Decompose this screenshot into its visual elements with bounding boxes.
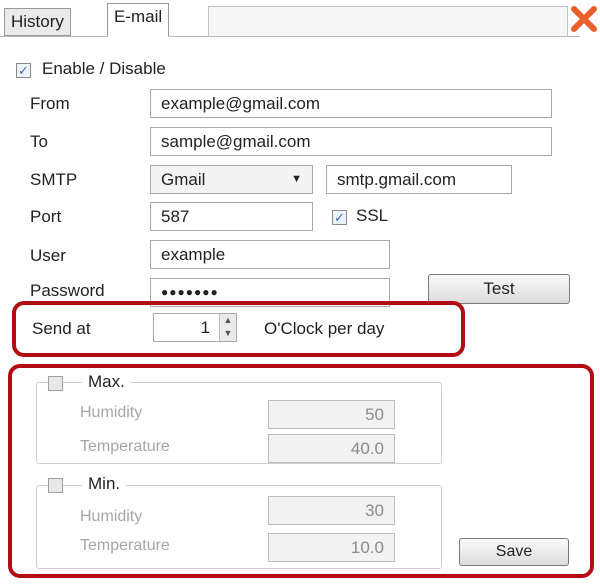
- smtp-provider-value: Gmail: [161, 170, 206, 189]
- enable-checkbox[interactable]: ✓: [16, 63, 31, 78]
- hour-value: 1: [200, 318, 210, 337]
- to-label: To: [30, 132, 48, 151]
- check-icon: ✓: [18, 63, 29, 78]
- ssl-label: SSL: [356, 206, 389, 225]
- max-group-title: Max.: [82, 372, 131, 392]
- min-humidity-label: Humidity: [80, 508, 143, 525]
- save-button[interactable]: Save: [459, 538, 569, 566]
- tab-history[interactable]: History: [4, 8, 71, 36]
- password-label: Password: [30, 281, 105, 300]
- close-icon[interactable]: [568, 3, 600, 35]
- max-humidity-label: Humidity: [80, 404, 143, 421]
- chevron-down-icon: ▼: [291, 173, 302, 185]
- max-humidity-field[interactable]: 50: [268, 400, 395, 429]
- tab-email[interactable]: E-mail: [107, 3, 170, 37]
- tab-strip-fill: [208, 6, 568, 37]
- smtp-provider-select[interactable]: Gmail ▼: [150, 165, 313, 194]
- check-icon: ✓: [334, 210, 345, 225]
- send-at-label: Send at: [32, 319, 91, 338]
- ssl-checkbox[interactable]: ✓: [332, 210, 347, 225]
- from-label: From: [30, 94, 70, 113]
- min-humidity-field[interactable]: 30: [268, 496, 395, 525]
- test-button[interactable]: Test: [428, 274, 570, 304]
- send-at-suffix: O'Clock per day: [264, 319, 385, 338]
- from-field[interactable]: example@gmail.com: [150, 89, 552, 118]
- max-checkbox[interactable]: [48, 376, 63, 391]
- tab-strip: History E-mail: [0, 0, 600, 40]
- to-field[interactable]: sample@gmail.com: [150, 127, 552, 156]
- spinner-arrows-icon[interactable]: ▲ ▼: [219, 314, 236, 341]
- min-temperature-label: Temperature: [80, 537, 170, 554]
- min-temperature-field[interactable]: 10.0: [268, 533, 395, 562]
- user-field[interactable]: example: [150, 240, 390, 269]
- max-temperature-label: Temperature: [80, 438, 170, 455]
- smtp-label: SMTP: [30, 170, 78, 189]
- enable-label: Enable / Disable: [42, 59, 166, 78]
- port-field[interactable]: 587: [150, 202, 313, 231]
- max-temperature-field[interactable]: 40.0: [268, 434, 395, 463]
- port-label: Port: [30, 207, 62, 226]
- user-label: User: [30, 246, 66, 265]
- tab-divider: [0, 36, 580, 37]
- min-group-title: Min.: [82, 474, 127, 494]
- smtp-server-field[interactable]: smtp.gmail.com: [326, 165, 512, 194]
- min-checkbox[interactable]: [48, 478, 63, 493]
